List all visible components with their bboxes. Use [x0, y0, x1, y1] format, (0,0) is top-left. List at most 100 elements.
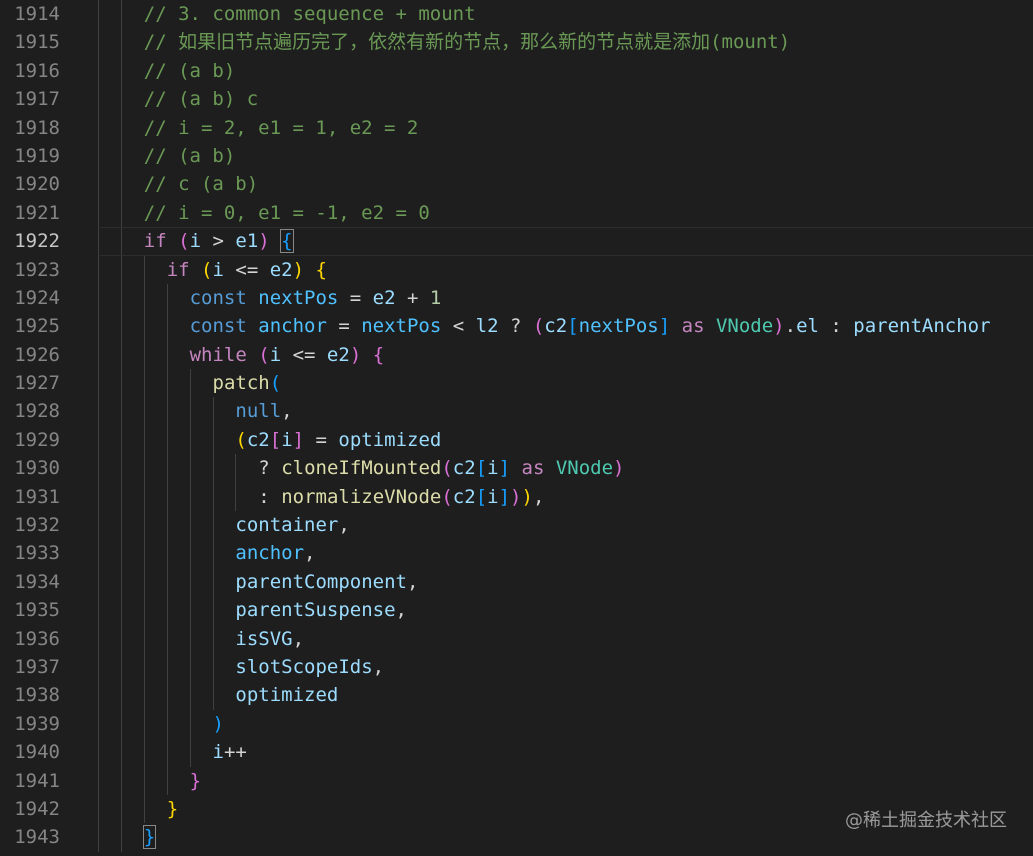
indent-guide: [120, 340, 122, 370]
code-line[interactable]: 1916 // (a b): [0, 56, 1033, 86]
indent-guide: [120, 28, 122, 57]
code-line[interactable]: 1938 optimized: [0, 681, 1033, 710]
code-text: // 3. common sequence + mount: [144, 0, 476, 28]
code-line[interactable]: 1930? cloneIfMounted(c2[i] as VNode): [0, 454, 1033, 483]
code-token: VNode: [715, 315, 774, 338]
code-line[interactable]: 1922 if (i > e1) {: [0, 227, 1033, 256]
line-number: 1936: [14, 627, 60, 650]
indent-guide: [166, 312, 168, 341]
indent-guide: [120, 0, 122, 29]
code-text: optimized: [235, 681, 338, 709]
code-token: (: [235, 428, 247, 451]
indent-guide: [189, 709, 191, 739]
code-token: {: [280, 229, 294, 254]
indent-guide: [166, 397, 168, 426]
code-token: ,: [281, 400, 293, 423]
code-line[interactable]: 1937 slotScopeIds,: [0, 652, 1033, 682]
code-editor[interactable]: 1914 // 3. common sequence + mount 1915 // …: [0, 0, 1033, 856]
code-token: ,: [338, 514, 350, 537]
code-token: normalizeVNode: [281, 485, 442, 508]
indent-guide: [143, 425, 145, 455]
indent-guide: [166, 482, 168, 512]
indent-guide: [166, 369, 168, 398]
line-number: 1918: [14, 116, 60, 139]
code-line[interactable]: 1924 const nextPos = e2 + 1: [0, 283, 1033, 313]
code-token: ): [521, 485, 533, 508]
code-line[interactable]: 1925 const anchor = nextPos < l2 ? (c2[ne…: [0, 312, 1033, 341]
code-line[interactable]: 1940 i++: [0, 738, 1033, 767]
code-line[interactable]: 1929 (c2[i] = optimized: [0, 425, 1033, 455]
line-number: 1933: [14, 542, 60, 565]
code-token: c2: [544, 315, 568, 338]
code-line[interactable]: 1932 container,: [0, 511, 1033, 540]
code-token: // c (a b): [143, 173, 259, 196]
code-line[interactable]: 1917 // (a b) c: [0, 85, 1033, 114]
indent-guide: [143, 766, 145, 795]
indent-guide: [98, 511, 99, 540]
code-line[interactable]: 1921 // i = 0, e1 = -1, e2 = 0: [0, 198, 1033, 228]
indent-guide: [212, 454, 214, 483]
code-line[interactable]: 1923 if (i <= e2) {: [0, 255, 1033, 284]
code-line[interactable]: 1915 // 如果旧节点遍历完了，依然有新的节点，那么新的节点就是添加(moun…: [0, 28, 1033, 57]
code-line[interactable]: 1941}: [0, 766, 1033, 795]
code-token: container: [235, 514, 339, 537]
indent-guide: [98, 0, 99, 29]
code-line[interactable]: 1927 patch(: [0, 369, 1033, 398]
code-token: el: [796, 315, 819, 338]
indent-guide: [143, 738, 145, 767]
indent-guide: [143, 340, 145, 370]
code-line[interactable]: 1919 // (a b): [0, 141, 1033, 171]
code-line[interactable]: 1914 // 3. common sequence + mount: [0, 0, 1033, 29]
indent-guide: [98, 340, 99, 370]
code-token: }: [189, 769, 202, 792]
code-line[interactable]: 1920 // c (a b): [0, 170, 1033, 199]
code-token: ): [292, 258, 305, 281]
code-line[interactable]: 1918 // i = 2, e1 = 1, e2 = 2: [0, 113, 1033, 142]
code-token: [: [269, 428, 282, 451]
indent-guide: [212, 567, 214, 597]
code-line[interactable]: 1934 parentComponent,: [0, 567, 1033, 597]
line-number: 1943: [14, 826, 60, 849]
indent-guide: [120, 738, 122, 767]
code-token: (: [178, 230, 190, 253]
code-token: >: [201, 230, 236, 253]
line-number: 1935: [14, 599, 60, 622]
code-token: slotScopeIds: [235, 655, 373, 678]
indent-guide: [189, 425, 191, 455]
indent-guide: [166, 454, 168, 483]
code-token: ): [613, 457, 625, 480]
indent-guide: [98, 198, 99, 228]
indent-guide: [98, 170, 99, 199]
code-text: // i = 0, e1 = -1, e2 = 0: [144, 199, 430, 227]
code-token: ): [349, 343, 362, 366]
code-token: ]: [498, 457, 511, 480]
indent-guide: [98, 454, 99, 483]
code-line[interactable]: 1931: normalizeVNode(c2[i])),: [0, 482, 1033, 512]
indent-guide: [189, 652, 191, 682]
indent-guide: [143, 511, 145, 540]
line-number: 1934: [14, 570, 60, 593]
indent-guide: [120, 709, 122, 739]
code-line[interactable]: 1939): [0, 709, 1033, 739]
code-token: (: [269, 372, 282, 395]
code-line[interactable]: 1933 anchor,: [0, 539, 1033, 568]
code-line[interactable]: 1935 parentSuspense,: [0, 596, 1033, 625]
indent-guide: [120, 198, 122, 228]
code-token: e1: [235, 230, 259, 253]
line-number: 1938: [14, 684, 60, 707]
code-token: [: [475, 485, 488, 508]
indent-guide: [166, 709, 168, 739]
indent-guide: [212, 596, 214, 625]
indent-guide: [166, 624, 168, 653]
code-line[interactable]: 1936 isSVG,: [0, 624, 1033, 653]
line-number: 1940: [14, 741, 60, 764]
code-text: }: [142, 823, 157, 851]
code-token: // (a b): [143, 59, 236, 82]
code-line[interactable]: 1926 while (i <= e2) {: [0, 340, 1033, 370]
code-token: (: [441, 457, 453, 480]
code-line[interactable]: 1928 null,: [0, 397, 1033, 426]
